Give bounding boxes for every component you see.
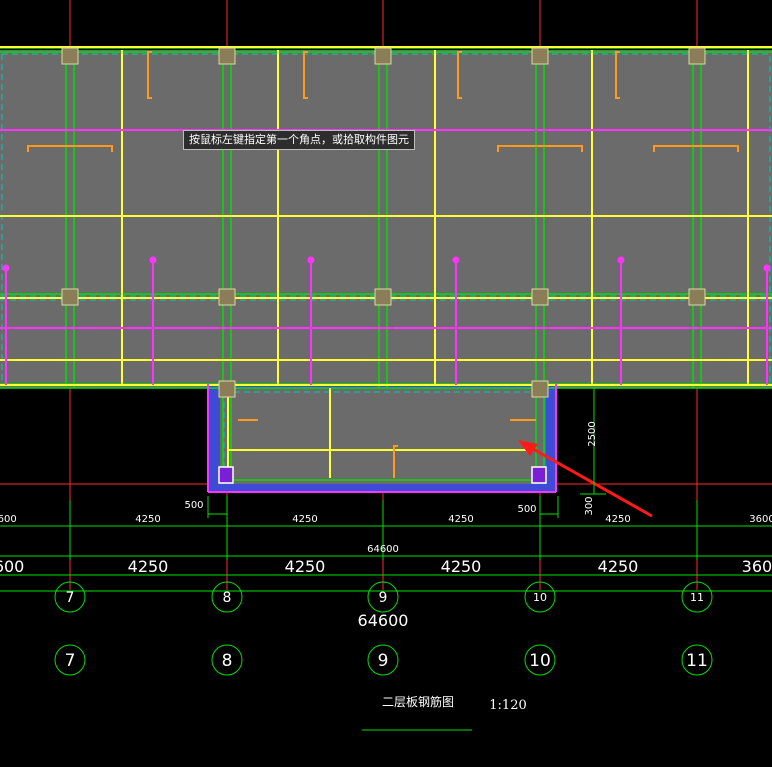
drawing-scale: 1:120 [489,698,526,713]
dim-offset-300: 300 [584,496,595,515]
dim-large-0: 3600 [0,557,24,576]
dim-large-2: 4250 [285,557,326,576]
cad-canvas[interactable]: 3600 4250 4250 4250 4250 3600 64600 500 … [0,0,772,767]
dim-large-1: 4250 [128,557,169,576]
dim-offset-right: 500 [517,504,536,515]
dim-small-1: 4250 [135,514,160,525]
slab-regions[interactable] [0,50,772,492]
dim-small-0: 3600 [0,514,17,525]
axis-label-11: 11 [690,591,704,604]
dim-small-2: 4250 [292,514,317,525]
dim-large-4: 4250 [598,557,639,576]
axis-label-10: 10 [533,591,547,604]
dim-small-4: 4250 [605,514,630,525]
dim-small-total: 64600 [367,544,399,555]
dim-vertical-2500: 2500 [587,421,598,446]
axis-label-10-lower: 10 [529,651,551,671]
dim-small-5: 3600 [749,514,772,525]
dim-large-5: 3600 [742,557,772,576]
dim-large-total: 64600 [358,611,409,630]
command-tooltip: 按鼠标左键指定第一个角点，或拾取构件图元 [183,130,415,150]
axis-label-7: 7 [66,590,75,606]
axis-label-8: 8 [223,590,232,606]
dim-large-3: 4250 [441,557,482,576]
axis-labels-upper: 7 8 9 10 11 [66,590,704,606]
axis-label-7-lower: 7 [65,651,76,671]
drawing-title: 二层板钢筋图 [382,694,454,709]
dim-small-3: 4250 [448,514,473,525]
axis-label-9-lower: 9 [378,651,389,671]
dim-offset-left: 500 [184,500,203,511]
axis-label-11-lower: 11 [686,651,708,671]
axis-labels-lower: 7 8 9 10 11 [65,651,708,671]
axis-label-9: 9 [379,590,388,606]
axis-label-8-lower: 8 [222,651,233,671]
